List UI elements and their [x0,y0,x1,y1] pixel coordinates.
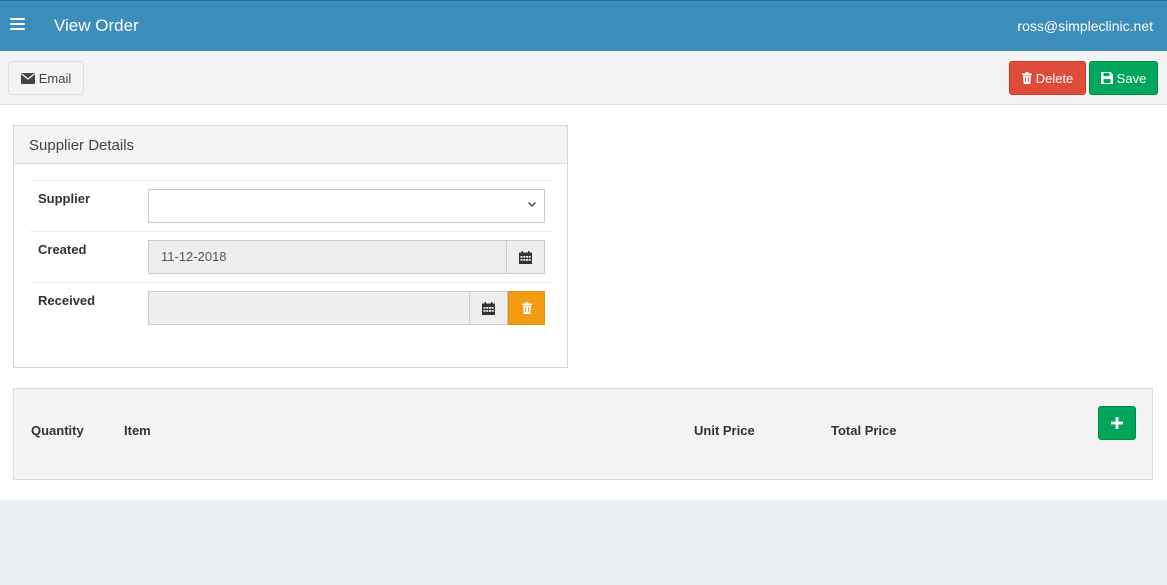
supplier-row: Supplier [30,180,552,231]
calendar-icon [482,301,495,315]
delete-button-label: Delete [1035,70,1074,86]
delete-button[interactable]: Delete [1009,61,1086,95]
email-button-label: Email [38,70,72,86]
trash-icon [1021,72,1032,84]
box-title: Supplier Details [14,126,567,164]
chevron-down-icon [526,198,538,210]
hamburger-icon[interactable] [10,18,25,32]
top-navbar: View Order ross@simpleclinic.net [0,0,1167,51]
received-calendar-button[interactable] [469,291,508,325]
received-row: Received [30,282,552,333]
add-item-button[interactable] [1098,406,1136,440]
column-header-quantity: Quantity [31,423,84,438]
order-items-table: Quantity Item Unit Price Total Price [13,388,1153,480]
save-button-label: Save [1116,70,1147,86]
email-button[interactable]: Email [8,61,84,95]
column-header-total-price: Total Price [831,423,897,438]
supplier-details-box: Supplier Details Supplier Created 11-12-… [13,125,568,368]
received-label: Received [38,293,96,308]
column-header-unit-price: Unit Price [694,423,755,438]
trash-icon [521,302,532,314]
page-title: View Order [54,16,139,35]
created-calendar-button[interactable] [506,240,545,274]
content-area: Supplier Details Supplier Created 11-12-… [0,105,1167,500]
created-label: Created [38,242,87,257]
supplier-label: Supplier [38,191,91,206]
user-email-link[interactable]: ross@simpleclinic.net [1017,18,1153,34]
column-header-item: Item [124,423,151,438]
supplier-select[interactable] [148,189,545,223]
envelope-icon [20,72,35,84]
floppy-disk-icon [1100,72,1113,84]
created-date-input[interactable]: 11-12-2018 [148,240,507,274]
clear-received-button[interactable] [508,291,545,325]
save-button[interactable]: Save [1089,61,1158,95]
plus-icon [1111,417,1123,429]
created-row: Created 11-12-2018 [30,231,552,282]
calendar-icon [519,250,532,264]
action-toolbar: Email Delete Save [0,51,1167,105]
received-date-input[interactable] [148,291,470,325]
